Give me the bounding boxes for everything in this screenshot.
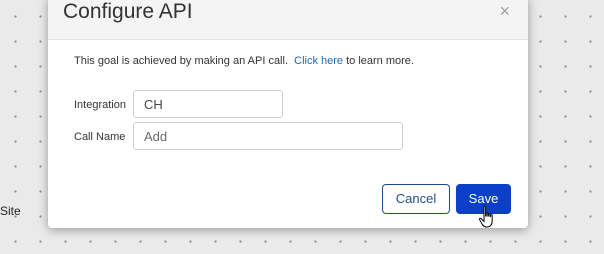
integration-input[interactable] [133, 90, 283, 118]
background-site-label: Site [0, 204, 21, 218]
dialog-title: Configure API [63, 0, 193, 23]
close-icon[interactable]: × [499, 1, 510, 21]
description-text: This goal is achieved by making an API c… [74, 55, 289, 67]
dialog-description: This goal is achieved by making an API c… [74, 55, 414, 67]
call-name-input[interactable] [133, 122, 403, 150]
cancel-button[interactable]: Cancel [382, 184, 450, 214]
description-suffix: to learn more. [346, 55, 414, 67]
configure-api-dialog: Configure API × This goal is achieved by… [48, 0, 528, 228]
hand-pointer-icon [478, 205, 493, 228]
learn-more-link[interactable]: Click here [294, 55, 343, 67]
dialog-header: Configure API × [48, 0, 528, 40]
call-name-label: Call Name [74, 131, 126, 143]
integration-label: Integration [74, 99, 126, 111]
